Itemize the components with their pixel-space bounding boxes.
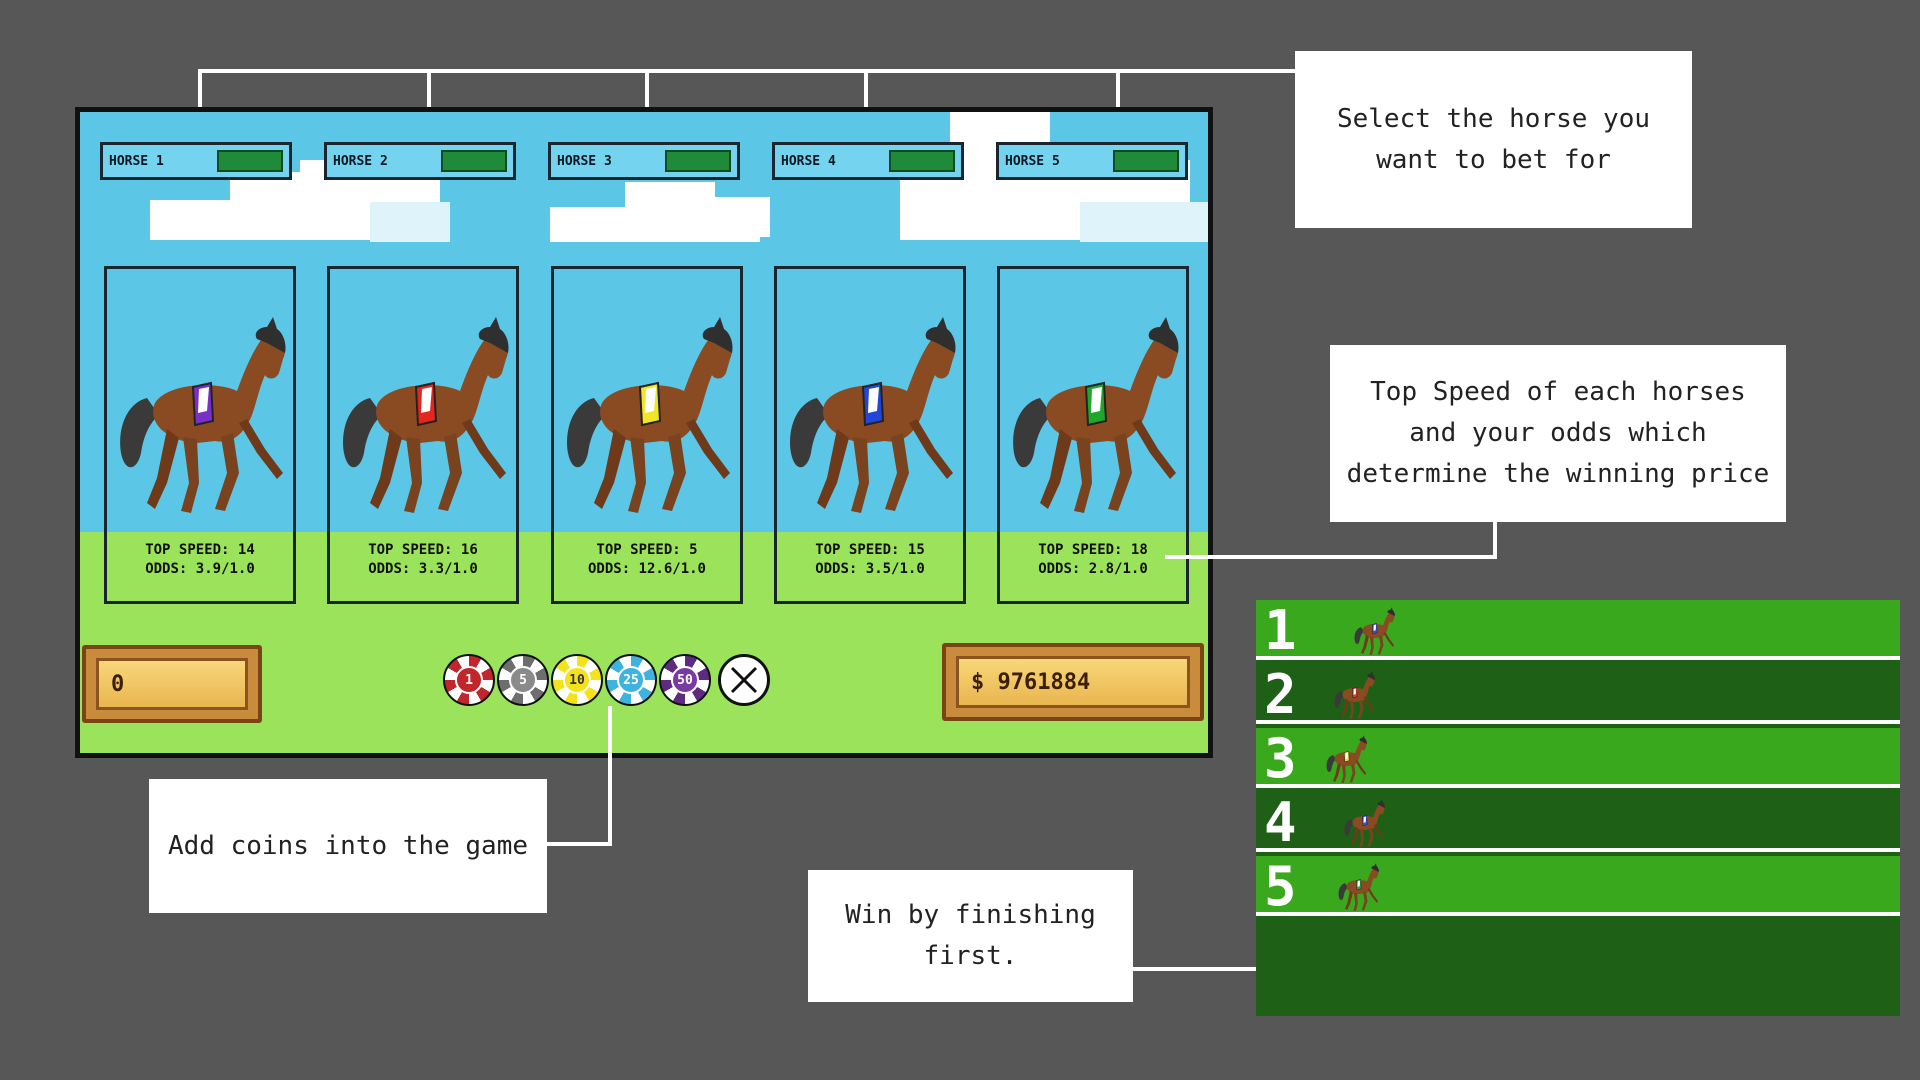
chip-1[interactable]: 1 <box>443 654 495 706</box>
horse-select-indicator <box>1113 150 1179 172</box>
horse-stats: TOP SPEED: 15 ODDS: 3.5/1.0 <box>777 541 963 579</box>
race-horse-icon <box>1338 863 1379 912</box>
horse-icon <box>120 317 286 513</box>
lane-number: 1 <box>1264 599 1297 662</box>
race-lane-5: 5 <box>1256 856 1900 916</box>
race-horse-icon <box>1354 607 1395 656</box>
odds-text: ODDS: 2.8/1.0 <box>1038 561 1148 577</box>
horse-card-2[interactable]: TOP SPEED: 16 ODDS: 3.3/1.0 <box>327 266 519 604</box>
annotation-speed-odds: Top Speed of each horses and your odds w… <box>1330 345 1786 522</box>
cloud <box>1080 202 1208 242</box>
horse-card-1[interactable]: TOP SPEED: 14 ODDS: 3.9/1.0 <box>104 266 296 604</box>
chip-5[interactable]: 5 <box>497 654 549 706</box>
horse-select-3[interactable]: HORSE 3 <box>548 142 740 180</box>
cloud <box>700 197 770 237</box>
chip-25[interactable]: 25 <box>605 654 657 706</box>
horse-select-indicator <box>441 150 507 172</box>
horse-select-indicator <box>217 150 283 172</box>
horse-stats: TOP SPEED: 14 ODDS: 3.9/1.0 <box>107 541 293 579</box>
close-icon <box>730 666 758 694</box>
chip-value: 10 <box>563 666 591 694</box>
horse-select-label: HORSE 2 <box>333 153 388 169</box>
horse-card-5[interactable]: TOP SPEED: 18 ODDS: 2.8/1.0 <box>997 266 1189 604</box>
horse-stats: TOP SPEED: 5 ODDS: 12.6/1.0 <box>554 541 740 579</box>
horse-select-2[interactable]: HORSE 2 <box>324 142 516 180</box>
race-lane-1: 1 <box>1256 600 1900 660</box>
top-speed-text: TOP SPEED: 5 <box>596 542 698 558</box>
odds-text: ODDS: 3.5/1.0 <box>815 561 925 577</box>
add-coins-connector-h <box>547 842 612 846</box>
lane-number: 2 <box>1264 663 1297 726</box>
odds-text: ODDS: 3.3/1.0 <box>368 561 478 577</box>
chip-50[interactable]: 50 <box>659 654 711 706</box>
speed-odds-connector-v <box>1493 522 1497 559</box>
horse-select-label: HORSE 1 <box>109 153 164 169</box>
horse-card-4[interactable]: TOP SPEED: 15 ODDS: 3.5/1.0 <box>774 266 966 604</box>
horse-card-3[interactable]: TOP SPEED: 5 ODDS: 12.6/1.0 <box>551 266 743 604</box>
race-track: 12345 <box>1256 600 1900 1016</box>
top-speed-text: TOP SPEED: 14 <box>145 542 255 558</box>
chip-value: 50 <box>671 666 699 694</box>
lane-number: 5 <box>1264 855 1297 918</box>
win-connector <box>1133 967 1263 971</box>
race-lane-4: 4 <box>1256 792 1900 852</box>
lane-number: 3 <box>1264 727 1297 790</box>
annotation-add-coins: Add coins into the game <box>149 779 547 913</box>
horse-select-indicator <box>889 150 955 172</box>
annotation-select-horse: Select the horse you want to bet for <box>1295 51 1692 228</box>
horse-select-label: HORSE 5 <box>1005 153 1060 169</box>
speed-odds-connector-h <box>1165 555 1497 559</box>
annotation-text: Add coins into the game <box>167 830 529 861</box>
balance-value: $ 9761884 <box>956 656 1190 708</box>
horse-select-label: HORSE 3 <box>557 153 612 169</box>
add-coins-connector-v <box>608 706 612 846</box>
chip-value: 1 <box>455 666 483 694</box>
horse-icon <box>343 317 509 513</box>
selector-bracket-top <box>198 69 1295 73</box>
horse-select-1[interactable]: HORSE 1 <box>100 142 292 180</box>
horse-icon <box>1013 317 1179 513</box>
annotation-text: Select the horse you want to bet for <box>1336 103 1651 175</box>
race-horse-icon <box>1344 799 1385 848</box>
annotation-text: Win by finishing first. <box>845 900 1096 971</box>
balance-display: $ 9761884 <box>942 643 1204 721</box>
chip-value: 25 <box>617 666 645 694</box>
lane-divider <box>1256 912 1900 916</box>
lane-number: 4 <box>1264 791 1297 854</box>
annotation-win: Win by finishing first. <box>808 870 1133 1002</box>
race-lane-3: 3 <box>1256 728 1900 788</box>
chip-10[interactable]: 10 <box>551 654 603 706</box>
lane-divider <box>1256 720 1900 724</box>
clear-bet-button[interactable] <box>718 654 770 706</box>
annotation-text: Top Speed of each horses and your odds w… <box>1346 377 1770 489</box>
horse-select-5[interactable]: HORSE 5 <box>996 142 1188 180</box>
top-speed-text: TOP SPEED: 16 <box>368 542 478 558</box>
horse-select-indicator <box>665 150 731 172</box>
top-speed-text: TOP SPEED: 18 <box>1038 542 1148 558</box>
horse-icon <box>790 317 956 513</box>
horse-select-4[interactable]: HORSE 4 <box>772 142 964 180</box>
odds-text: ODDS: 12.6/1.0 <box>587 561 706 577</box>
cloud <box>370 202 450 242</box>
lane-divider <box>1256 656 1900 660</box>
top-speed-text: TOP SPEED: 15 <box>815 542 925 558</box>
bet-amount-value: 0 <box>96 658 248 710</box>
chip-value: 5 <box>509 666 537 694</box>
horse-stats: TOP SPEED: 16 ODDS: 3.3/1.0 <box>330 541 516 579</box>
lane-divider <box>1256 848 1900 852</box>
odds-text: ODDS: 3.9/1.0 <box>145 561 255 577</box>
horse-icon <box>567 317 733 513</box>
horse-select-label: HORSE 4 <box>781 153 836 169</box>
race-lane-2: 2 <box>1256 664 1900 724</box>
bet-amount-display: 0 <box>82 645 262 723</box>
race-horse-icon <box>1334 671 1375 720</box>
horse-stats: TOP SPEED: 18 ODDS: 2.8/1.0 <box>1000 541 1186 579</box>
race-horse-icon <box>1326 735 1367 784</box>
lane-divider <box>1256 784 1900 788</box>
